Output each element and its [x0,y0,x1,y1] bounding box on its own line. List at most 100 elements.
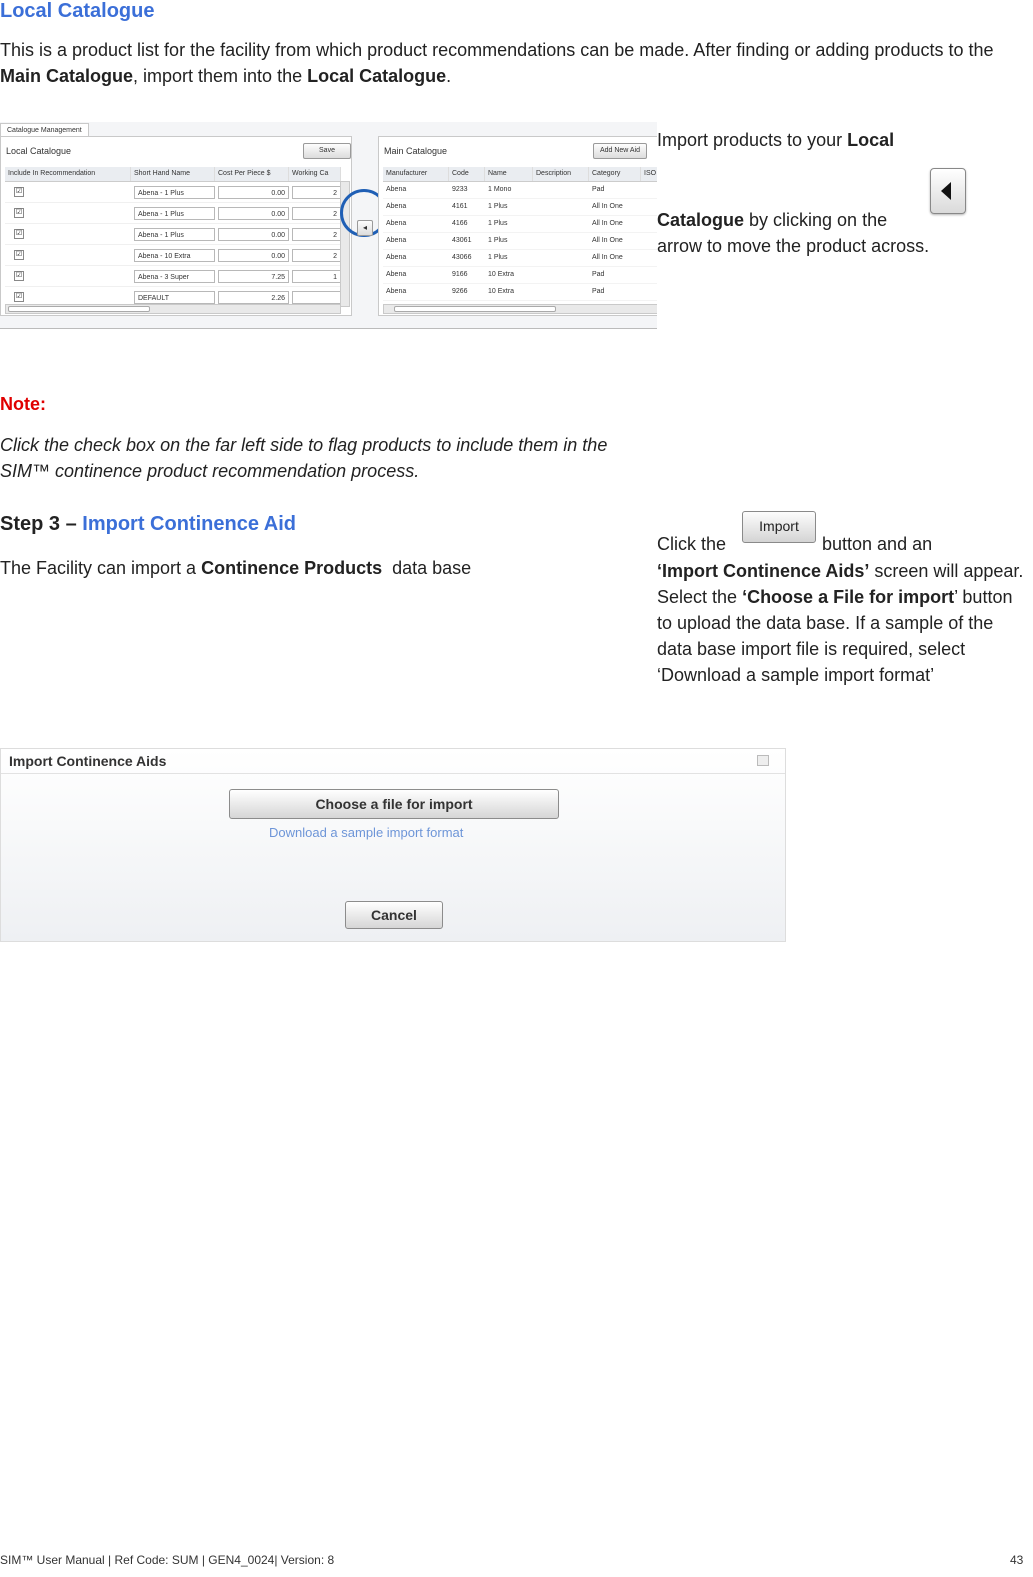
cost-input[interactable]: 7.25 [218,269,289,283]
main-horizontal-scrollbar[interactable] [383,304,657,314]
category-cell: All In One [592,220,623,227]
short-name-input[interactable]: DEFAULT [134,290,215,304]
include-checkbox[interactable]: ☑ [14,187,24,197]
include-cell: ☑ [5,271,131,281]
move-left-arrow-button[interactable]: ◂ [357,220,373,236]
include-cell: ☑ [5,292,131,302]
table-row[interactable]: ☑ Abena - 1 Plus 0.00 2 [5,182,341,203]
include-cell: ☑ [5,250,131,260]
table-row[interactable]: Abena 4161 1 Plus All In One [383,199,657,216]
cost-input[interactable]: 0.00 [218,185,289,199]
manufacturer-cell: Abena [386,220,407,227]
include-checkbox[interactable]: ☑ [14,229,24,239]
dialog-close-icon[interactable] [757,755,769,766]
working-cell: 2 [289,227,341,241]
dialog-divider [1,773,785,774]
local-horizontal-scrollbar[interactable] [5,304,341,314]
cost-cell: 7.25 [215,269,289,283]
name-cell: DEFAULT [131,290,215,304]
short-name-input[interactable]: Abena - 1 Plus [134,227,215,241]
short-name-input[interactable]: Abena - 3 Super [134,269,215,283]
section-title: Local Catalogue [0,0,155,22]
short-name-input[interactable]: Abena - 1 Plus [134,185,215,199]
description-cell [533,233,589,249]
cancel-button[interactable]: Cancel [345,901,443,929]
left-arrow-icon [941,182,951,200]
col-cost: Cost Per Piece $ [215,167,289,181]
col-code: Code [449,167,485,181]
add-new-aid-button[interactable]: Add New Aid [593,143,647,159]
manufacturer-cell: Abena [386,237,407,244]
cost-input[interactable]: 0.00 [218,248,289,262]
choose-file-button[interactable]: Choose a file for import [229,789,559,819]
cost-input[interactable]: 2.26 [218,290,289,304]
step3-text-c: data base [382,558,472,578]
short-name-input[interactable]: Abena - 10 Extra [134,248,215,262]
table-row[interactable]: ☑ Abena - 3 Super 7.25 1 [5,266,341,287]
footer-text: SIM™ User Manual | Ref Code: SUM | GEN4_… [0,1553,335,1567]
step3-text-bold: Continence Products [201,558,383,578]
name-cell: 1 Mono [488,186,512,193]
download-sample-link[interactable]: Download a sample import format [269,825,463,840]
scroll-thumb[interactable] [394,306,556,312]
working-cell [289,290,341,304]
note-label: Note: [0,394,46,414]
working-cell: 2 [289,248,341,262]
short-name-input[interactable]: Abena - 1 Plus [134,206,215,220]
working-cell: 2 [289,206,341,220]
working-cell: 2 [289,185,341,199]
step3-text-a: The Facility can import a [0,558,202,578]
working-input[interactable]: 2 [292,248,341,262]
include-checkbox[interactable]: ☑ [14,208,24,218]
col-manufacturer: Manufacturer [383,167,449,181]
description-cell [533,199,589,215]
main-table-header: Manufacturer Code Name Description Categ… [383,167,657,182]
cost-input[interactable]: 0.00 [218,227,289,241]
include-checkbox[interactable]: ☑ [14,292,24,302]
table-row[interactable]: Abena 9266 10 Extra Pad [383,284,657,301]
include-checkbox[interactable]: ☑ [14,250,24,260]
name-cell: Abena - 1 Plus [131,206,215,220]
description-cell [533,182,589,198]
col-category: Category [589,167,641,181]
save-button[interactable]: Save [303,143,351,159]
manufacturer-cell: Abena [386,254,407,261]
table-row[interactable]: Abena 9166 10 Extra Pad [383,267,657,284]
include-cell: ☑ [5,208,131,218]
name-cell: Abena - 1 Plus [131,227,215,241]
include-checkbox[interactable]: ☑ [14,271,24,281]
name-cell: 1 Plus [488,254,508,261]
working-input[interactable]: 1 [292,269,341,283]
working-input[interactable] [292,290,341,304]
working-input[interactable]: 2 [292,227,341,241]
catalogue-screenshot: Catalogue Management Local Catalogue Sav… [0,122,657,329]
working-input[interactable]: 2 [292,185,341,199]
step3-heading: Step 3 – Import Continence Aid [0,513,296,536]
table-row[interactable]: Abena 9233 1 Mono Pad [383,182,657,199]
code-cell: 9166 [452,271,468,278]
cost-input[interactable]: 0.00 [218,206,289,220]
import-button-illustration: Import [742,511,816,543]
table-row[interactable]: ☑ Abena - 10 Extra 0.00 2 [5,245,341,266]
local-catalogue-table: Include In Recommendation Short Hand Nam… [5,167,341,308]
table-row[interactable]: ☑ Abena - 1 Plus 0.00 2 [5,203,341,224]
manufacturer-cell: Abena [386,271,407,278]
click-bold-1: ‘Import Continence Aids’ [657,561,870,581]
description-cell [533,267,589,283]
table-row[interactable]: ☑ Abena - 1 Plus 0.00 2 [5,224,341,245]
intro-bold-main: Main Catalogue [0,66,134,86]
table-row[interactable]: Abena 4166 1 Plus All In One [383,216,657,233]
code-cell: 4166 [452,220,468,227]
page-number: 43 [1010,1553,1024,1567]
manufacturer-cell: Abena [386,186,407,193]
col-description: Description [533,167,589,181]
section-intro: This is a product list for the facility … [0,37,1030,89]
tab-catalogue-management[interactable]: Catalogue Management [0,123,89,137]
code-cell: 43061 [452,237,472,244]
include-cell: ☑ [5,229,131,239]
table-row[interactable]: Abena 43066 1 Plus All In One [383,250,657,267]
scroll-thumb[interactable] [8,306,150,312]
table-row[interactable]: Abena 43061 1 Plus All In One [383,233,657,250]
include-cell: ☑ [5,187,131,197]
working-input[interactable]: 2 [292,206,341,220]
